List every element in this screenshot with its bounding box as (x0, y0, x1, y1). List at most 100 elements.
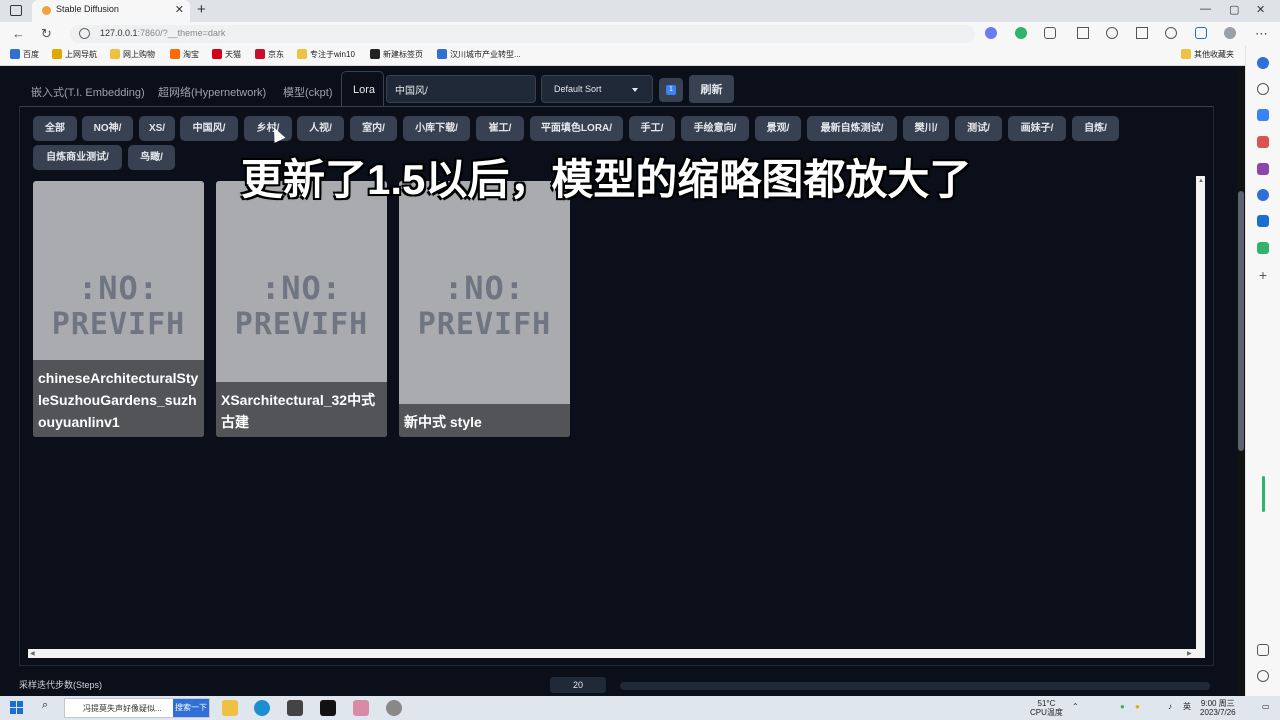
profile-avatar[interactable] (1224, 27, 1236, 39)
microsoft-365-icon[interactable] (1257, 189, 1269, 201)
scroll-left-icon[interactable]: ◀ (30, 650, 35, 657)
steps-number-input[interactable]: 20 (550, 677, 606, 693)
capcut-icon[interactable] (320, 700, 336, 716)
add-icon[interactable]: + (1257, 268, 1269, 282)
bookmark-item[interactable]: 汉川城市产业转型... (437, 49, 521, 60)
tab-hypernetwork[interactable]: 超网络(Hypernetwork) (158, 84, 266, 100)
filter-chip[interactable]: 手工/ (629, 116, 675, 141)
extension-icon[interactable] (1015, 27, 1027, 39)
bookmark-item[interactable]: 网上购物 (110, 49, 155, 60)
settings-icon[interactable] (1257, 670, 1269, 682)
close-window-icon[interactable]: ✕ (1256, 3, 1265, 16)
filter-chip[interactable]: 室内/ (350, 116, 397, 141)
bookmark-item[interactable]: 京东 (255, 49, 284, 60)
bookmark-item[interactable]: 淘宝 (170, 49, 199, 60)
site-info-icon[interactable] (79, 28, 90, 39)
filter-chip[interactable]: 画妹子/ (1008, 116, 1066, 141)
filter-chip[interactable]: 景观/ (755, 116, 801, 141)
sort-direction-button[interactable]: 1 (659, 78, 683, 102)
maximize-icon[interactable]: ▢ (1229, 3, 1239, 16)
windows-start-icon[interactable] (10, 701, 24, 715)
wechat-icon[interactable]: ● (1120, 702, 1125, 711)
lora-gallery[interactable] (28, 176, 1205, 658)
sort-dropdown[interactable]: Default Sort (541, 75, 653, 103)
file-explorer-icon[interactable] (222, 700, 238, 716)
sidebar-layout-icon[interactable] (1257, 644, 1269, 656)
edge-browser-icon[interactable] (254, 700, 270, 716)
favorites-icon[interactable] (1106, 27, 1118, 39)
split-screen-icon[interactable] (1077, 27, 1089, 39)
app-icon[interactable] (287, 700, 303, 716)
bookmark-item[interactable]: 百度 (10, 49, 39, 60)
volume-icon[interactable]: ♪ (1168, 702, 1172, 711)
lora-card[interactable]: :NO: PREVIFH 新中式 style (399, 181, 570, 437)
tab-embedding[interactable]: 嵌入式(T.I. Embedding) (31, 84, 145, 100)
copilot-icon[interactable] (1195, 27, 1207, 39)
refresh-button[interactable]: 刷新 (689, 75, 734, 103)
lora-search-input[interactable] (386, 75, 536, 103)
filter-chip[interactable]: 自炼商业测试/ (33, 145, 122, 170)
games-icon[interactable] (1257, 163, 1269, 175)
briefcase-icon[interactable] (1257, 136, 1269, 148)
sort-dropdown-value: Default Sort (554, 84, 602, 94)
filter-chip[interactable]: 鸟瞰/ (128, 145, 175, 170)
filter-chip[interactable]: 中国风/ (180, 116, 238, 141)
filter-chip[interactable]: NO神/ (82, 116, 133, 141)
scroll-up-icon[interactable]: ▲ (1198, 178, 1204, 184)
page-scrollbar[interactable] (1237, 66, 1245, 696)
search-icon[interactable]: ⌕ (42, 700, 48, 711)
taskbar-search-button[interactable]: 搜索一下 (173, 699, 209, 717)
minimize-icon[interactable]: — (1200, 3, 1211, 15)
notification-icon[interactable]: ▭ (1262, 702, 1270, 711)
lora-card[interactable]: :NO: PREVIFH XSarchitectural_32中式古建 (216, 181, 387, 437)
filter-chip[interactable]: 平面填色LORA/ (530, 116, 623, 141)
tab-lora[interactable]: Lora (353, 84, 375, 96)
bookmark-item[interactable]: 新建标签页 (370, 49, 423, 60)
steps-slider[interactable] (620, 682, 1210, 690)
search-icon[interactable] (1257, 83, 1269, 95)
bell-icon[interactable] (1257, 57, 1269, 69)
app-icon[interactable] (353, 700, 369, 716)
outlook-icon[interactable] (1257, 215, 1269, 227)
more-menu-icon[interactable]: ⋯ (1255, 26, 1268, 42)
filter-chip[interactable]: 手绘意向/ (681, 116, 749, 141)
filter-chip[interactable]: 崔工/ (476, 116, 524, 141)
filter-chip[interactable]: XS/ (139, 116, 175, 141)
taskbar-search-box[interactable]: 冯提莫失声好像疑似... 搜索一下 (64, 698, 210, 718)
bookmark-item[interactable]: 天猫 (212, 49, 241, 60)
filter-chip[interactable]: 人视/ (297, 116, 344, 141)
other-bookmarks[interactable]: 其他收藏夹 (1181, 49, 1234, 60)
filter-chip[interactable]: 樊川/ (903, 116, 949, 141)
extensions-puzzle-icon[interactable] (1044, 27, 1056, 39)
filter-chip[interactable]: 测试/ (955, 116, 1002, 141)
new-tab-icon[interactable]: + (197, 1, 206, 18)
scroll-right-icon[interactable]: ▶ (1187, 650, 1192, 657)
tag-icon[interactable] (1257, 109, 1269, 121)
filter-chip[interactable]: 全部 (33, 116, 77, 141)
app-icon[interactable] (386, 700, 402, 716)
url-field[interactable]: 127.0.0.1:7860/?__theme=dark (70, 25, 975, 43)
reload-icon[interactable]: ↻ (41, 26, 52, 42)
window-menu-icon[interactable] (10, 5, 22, 16)
filter-chip[interactable]: 最新自炼测试/ (807, 116, 897, 141)
filter-chip[interactable]: 小库下载/ (403, 116, 470, 141)
ime-indicator[interactable]: 英 (1183, 702, 1191, 711)
bookmark-item[interactable]: 上网导航 (52, 49, 97, 60)
taskbar-search-text: 冯提莫失声好像疑似... (83, 704, 162, 713)
filter-chip[interactable]: 自炼/ (1072, 116, 1119, 141)
browser-essentials-icon[interactable] (1165, 27, 1177, 39)
bookmarks-bar: 百度 上网导航 网上购物 淘宝 天猫 京东 专注于win10 新建标签页 汉川城… (0, 46, 1280, 66)
drop-icon[interactable] (1257, 242, 1269, 254)
back-icon[interactable]: ← (12, 26, 25, 41)
collections-icon[interactable] (1136, 27, 1148, 39)
tab-checkpoint[interactable]: 模型(ckpt) (283, 84, 333, 100)
page-scroll-thumb[interactable] (1238, 191, 1244, 451)
clock[interactable]: 9:00 周三 2023/7/26 (1200, 699, 1236, 717)
browser-tab[interactable]: Stable Diffusion ✕ (32, 0, 190, 22)
tray-app-icon[interactable]: ● (1135, 702, 1140, 711)
close-tab-icon[interactable]: ✕ (175, 3, 184, 16)
lora-card[interactable]: :NO: PREVIFH chineseArchitecturalStyleSu… (33, 181, 204, 437)
tray-chevron-icon[interactable]: ⌃ (1072, 702, 1079, 711)
bookmark-item[interactable]: 专注于win10 (297, 49, 355, 60)
extension-icon[interactable] (985, 27, 997, 39)
